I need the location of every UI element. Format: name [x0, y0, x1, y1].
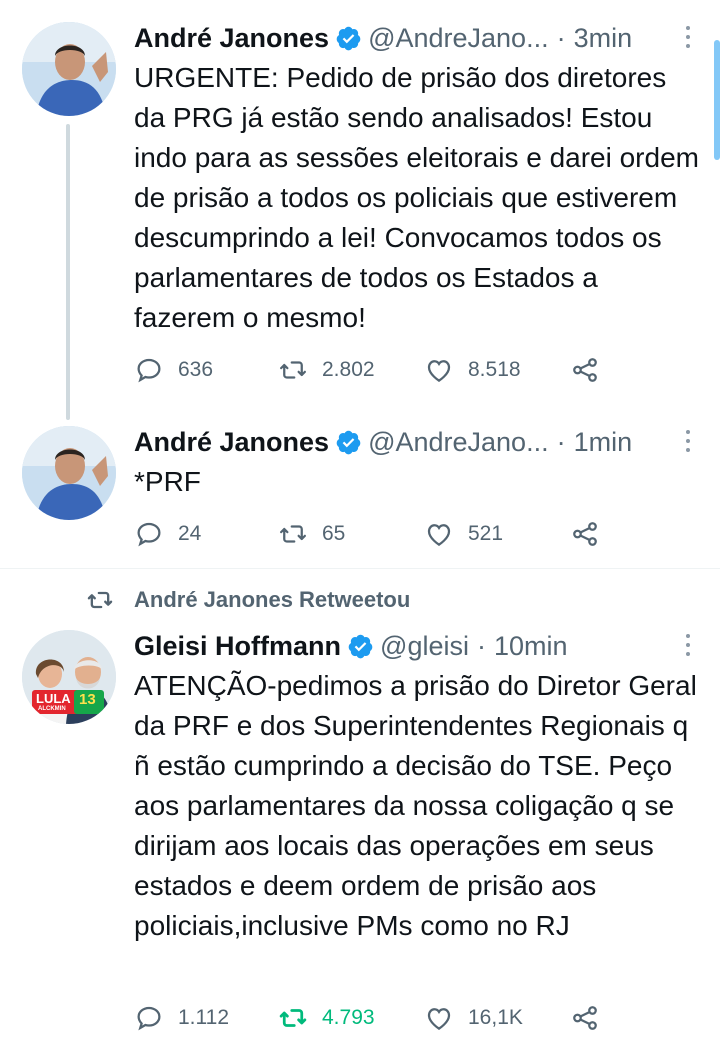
retweet-button[interactable]: 2.802 [278, 352, 375, 388]
share-icon [573, 358, 597, 382]
thread-connector [66, 124, 70, 420]
reply-count: 1.112 [178, 1006, 229, 1029]
tweet-text: *PRF [134, 466, 201, 497]
share-icon [573, 1006, 597, 1030]
like-count: 8.518 [468, 358, 521, 381]
retweet-context[interactable]: André Janones Retweetou [86, 582, 410, 618]
retweet-count: 65 [322, 522, 346, 545]
tweet-actions: 1.112 4.793 16,1K [134, 1000, 614, 1036]
verified-badge-icon [348, 634, 373, 658]
retweet-button[interactable]: 65 [278, 516, 345, 552]
tweet-1[interactable]: André Janones @AndreJano... · 3min URGEN… [0, 0, 720, 420]
like-button[interactable]: 521 [424, 516, 503, 552]
reply-button[interactable]: 24 [134, 516, 201, 552]
like-count: 16,1K [468, 1006, 523, 1029]
like-icon [427, 524, 451, 546]
timestamp[interactable]: 3min [574, 23, 633, 54]
timestamp[interactable]: 1min [574, 427, 633, 458]
badge-sub-text: ALCKMIN [38, 706, 66, 712]
avatar[interactable] [22, 22, 116, 116]
tweet-text: ATENÇÃO-pedimos a prisão do Diretor Gera… [134, 670, 697, 941]
tweet-actions: 24 65 521 [134, 516, 614, 552]
badge-number-text: 13 [79, 691, 96, 708]
more-options-icon[interactable] [686, 634, 692, 656]
share-icon [573, 522, 597, 546]
more-options-icon[interactable] [686, 430, 692, 452]
like-button[interactable]: 16,1K [424, 1000, 523, 1036]
author-handle[interactable]: @AndreJano... [368, 23, 549, 54]
retweet-icon [279, 1009, 307, 1027]
reply-icon [137, 358, 161, 383]
verified-badge-icon [336, 26, 361, 50]
like-button[interactable]: 8.518 [424, 352, 521, 388]
badge-lula-text: LULA [36, 691, 71, 706]
avatar[interactable] [22, 426, 116, 520]
tweet-header: André Janones @AndreJano... · 3min [134, 20, 632, 56]
tweet-2[interactable]: André Janones @AndreJano... · 1min *PRF … [0, 420, 720, 568]
author-name[interactable]: André Janones [134, 23, 329, 54]
timestamp[interactable]: 10min [494, 631, 568, 662]
reply-icon [137, 522, 161, 547]
retweet-count: 2.802 [322, 358, 375, 381]
more-options-icon[interactable] [686, 26, 692, 48]
tweet-header: Gleisi Hoffmann @gleisi · 10min [134, 628, 568, 664]
retweet-icon [280, 525, 306, 543]
retweet-count: 4.793 [322, 1006, 375, 1029]
share-button[interactable] [570, 1000, 600, 1036]
share-button[interactable] [570, 352, 600, 388]
reply-count: 636 [178, 358, 214, 381]
tweet-3[interactable]: LULA 13 ALCKMIN Gleisi Hoffmann @gleisi … [0, 620, 720, 1050]
like-icon [427, 360, 451, 382]
separator-dot: · [556, 22, 566, 53]
separator-dot: · [476, 630, 486, 661]
separator-dot: · [556, 426, 566, 457]
tweet-actions: 636 2.802 8.518 [134, 352, 614, 388]
retweet-button[interactable]: 4.793 [278, 1000, 375, 1036]
author-handle[interactable]: @gleisi [380, 631, 469, 662]
retweet-icon [87, 591, 113, 609]
avatar[interactable]: LULA 13 ALCKMIN [22, 630, 116, 724]
retweet-icon [280, 361, 306, 379]
retweeted-by-label: André Janones Retweetou [134, 587, 411, 612]
reply-count: 24 [178, 522, 202, 545]
reply-button[interactable]: 636 [134, 352, 213, 388]
tweet-text: URGENTE: Pedido de prisão dos diretores … [134, 62, 699, 333]
author-name[interactable]: Gleisi Hoffmann [134, 631, 341, 662]
verified-badge-icon [336, 430, 361, 454]
reply-button[interactable]: 1.112 [134, 1000, 229, 1036]
tweet-divider [0, 568, 720, 569]
author-handle[interactable]: @AndreJano... [368, 427, 549, 458]
share-button[interactable] [570, 516, 600, 552]
tweet-header: André Janones @AndreJano... · 1min [134, 424, 632, 460]
like-icon [427, 1008, 451, 1030]
reply-icon [137, 1006, 161, 1031]
like-count: 521 [468, 522, 504, 545]
author-name[interactable]: André Janones [134, 427, 329, 458]
